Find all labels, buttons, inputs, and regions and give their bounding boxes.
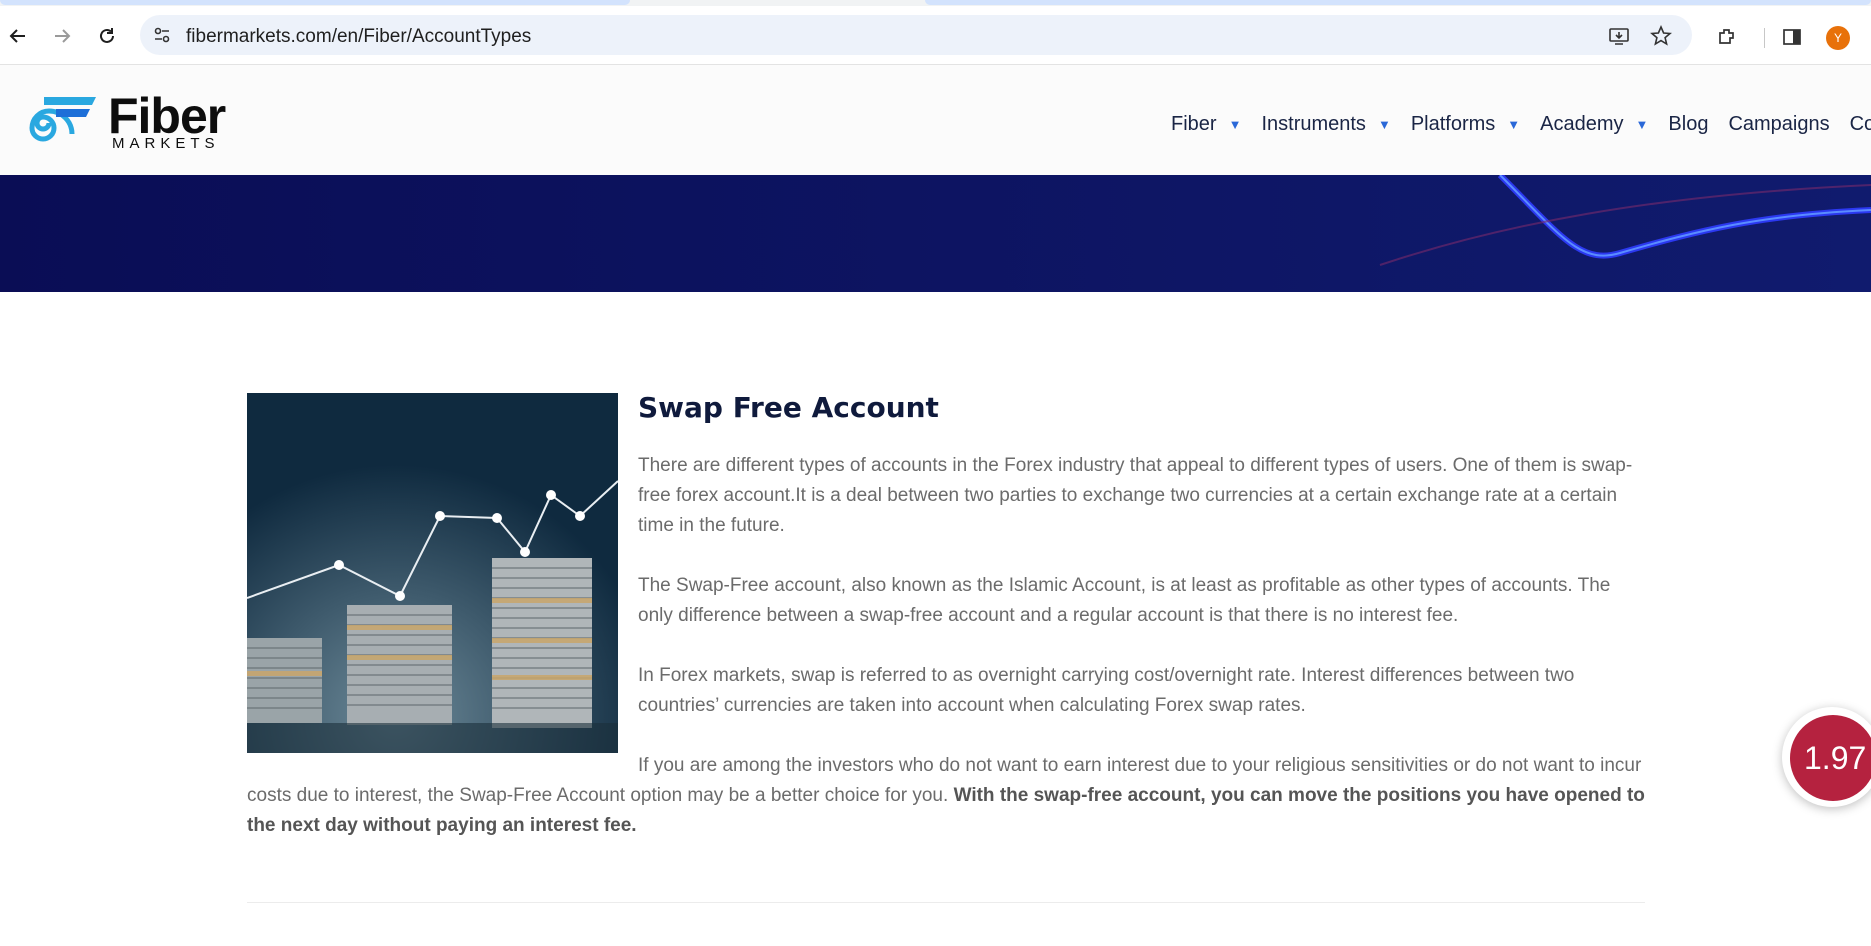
nav-item-campaigns[interactable]: Campaigns [1728,113,1829,136]
page-title: Swap Free Account [638,391,939,424]
nav-item-instruments[interactable]: Instruments ▼ [1261,113,1390,136]
forward-icon[interactable] [49,23,75,49]
nav-label: Blog [1668,112,1709,135]
nav-label: Instruments [1261,112,1366,135]
caret-down-icon: ▼ [1507,116,1521,132]
browser-tab[interactable] [0,0,630,5]
nav-item-academy[interactable]: Academy ▼ [1540,113,1648,136]
paragraph-benefit: If you are among the investors who do no… [247,751,1647,841]
coin-stacks-chart-image [247,393,618,753]
nav-label: Campaigns [1728,112,1830,135]
caret-down-icon: ▼ [1635,116,1649,132]
logo-subtitle: MARKETS [112,135,220,152]
nav-label: Academy [1540,112,1624,135]
floating-rate-widget[interactable]: 1.97 [1782,707,1871,807]
paragraph-intro: There are different types of accounts in… [638,455,1633,536]
toolbar-divider [1764,28,1765,48]
site-header: Fiber MARKETS Fiber ▼ Instruments ▼ Platfo… [0,65,1871,175]
main-nav: Fiber ▼ Instruments ▼ Platforms ▼ Academy ▼ … [1171,109,1871,139]
reload-icon[interactable] [94,23,120,49]
nav-label: Contact [1849,112,1871,135]
nav-label: Platforms [1410,112,1496,135]
extensions-icon[interactable] [1716,26,1738,48]
page-banner [0,175,1871,292]
bookmark-star-icon[interactable] [1650,24,1672,46]
banner-wave-graphic [0,175,1871,292]
paragraph-swap-definition: In Forex markets, swap is referred to as… [638,665,1575,716]
back-icon[interactable] [5,23,31,49]
fiber-markets-logo[interactable]: Fiber MARKETS [4,88,244,152]
caret-down-icon: ▼ [1228,116,1242,132]
spiral-logo-icon [29,97,96,142]
side-panel-icon[interactable] [1781,26,1803,48]
install-app-icon[interactable] [1608,25,1629,45]
nav-item-fiber[interactable]: Fiber ▼ [1171,113,1241,136]
caret-down-icon: ▼ [1377,116,1391,132]
nav-item-platforms[interactable]: Platforms ▼ [1411,113,1520,136]
nav-item-contact[interactable]: Contact [1850,113,1871,136]
nav-item-blog[interactable]: Blog [1668,113,1708,136]
address-bar[interactable]: fibermarkets.com/en/Fiber/AccountTypes [140,15,1692,55]
browser-toolbar: fibermarkets.com/en/Fiber/AccountTypes Y [0,6,1871,65]
rate-value: 1.97 [1790,715,1871,801]
section-divider [247,902,1645,903]
profile-avatar[interactable]: Y [1826,26,1850,50]
url-text[interactable]: fibermarkets.com/en/Fiber/AccountTypes [186,26,531,48]
nav-label: Fiber [1171,112,1217,135]
paragraph-islamic-account: The Swap-Free account, also known as the… [638,575,1611,626]
site-info-icon[interactable] [152,25,172,45]
browser-tab[interactable] [925,0,1871,5]
